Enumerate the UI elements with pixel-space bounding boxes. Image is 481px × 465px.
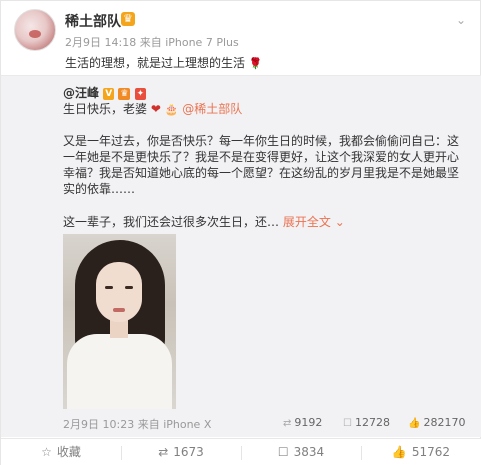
action-toolbar: ☆ 收藏 ⇄ 1673 ☐ 3834 👍 51762 (1, 438, 481, 465)
post-meta: 2月9日 14:18 来自 iPhone 7 Plus (65, 34, 239, 50)
repost-icon: ⇄ (158, 445, 169, 459)
chevron-down-icon: ⌄ (334, 215, 345, 229)
verified-icon: V (103, 88, 115, 100)
repost-comments-count: 12728 (354, 416, 390, 429)
thumbs-up-icon: 👍 (391, 445, 407, 459)
post-username[interactable]: 稀土部队 (65, 11, 121, 31)
repost-likes[interactable]: 👍 282170 (408, 416, 465, 429)
member-icon: ✦ (134, 88, 147, 100)
comment-button[interactable]: ☐ 3834 (241, 439, 361, 465)
expand-full-text-link[interactable]: 展开全文 ⌄ (283, 215, 345, 229)
comment-count: 3834 (293, 445, 325, 459)
like-count: 51762 (411, 445, 451, 459)
repost-reposts-count: 9192 (294, 416, 323, 429)
heart-icon: ❤ (150, 102, 161, 116)
repost-author-name[interactable]: @汪峰 (63, 86, 99, 100)
like-button[interactable]: 👍 51762 (361, 439, 481, 465)
thumbs-up-icon: 👍 (408, 418, 421, 429)
avatar[interactable] (14, 9, 56, 51)
comment-icon: ☐ (343, 418, 352, 429)
mention-link[interactable]: @稀土部队 (182, 102, 242, 116)
repost-line3: 这一辈子，我们还会过很多次生日，还… 展开全文 ⌄ (63, 213, 345, 230)
repost-count: 1673 (173, 445, 204, 459)
repost-author: @汪峰 V ♛ ✦ (63, 84, 147, 101)
repost-likes-count: 282170 (423, 416, 466, 429)
repost-icon: ⇄ (283, 418, 292, 429)
favorite-button[interactable]: ☆ 收藏 (1, 439, 121, 465)
repost-source: 来自 iPhone X (137, 418, 212, 431)
weibo-post: 稀土部队 ♛ ⌄ 2月9日 14:18 来自 iPhone 7 Plus 生活的… (0, 0, 481, 465)
repost-block[interactable]: @汪峰 V ♛ ✦ 生日快乐，老婆 ❤ 🎂 @稀土部队 又是一年过去，你是否快乐… (1, 75, 481, 437)
rose-icon: 🌹 (248, 57, 263, 70)
repost-comments[interactable]: ☐ 12728 (343, 416, 390, 429)
vip-crown-icon: ♛ (121, 12, 135, 26)
repost-line2: 生日快乐，老婆 ❤ 🎂 @稀土部队 (63, 100, 242, 117)
repost-line3-text: 这一辈子，我们还会过很多次生日，还… (63, 215, 280, 229)
comment-icon: ☐ (277, 445, 289, 459)
post-text: 生活的理想，就是过上理想的生活 🌹 (65, 54, 263, 71)
post-text-content: 生活的理想，就是过上理想的生活 (65, 56, 246, 70)
repost-meta: 2月9日 10:23 来自 iPhone X (63, 416, 211, 432)
cake-icon: 🎂 (164, 103, 179, 116)
post-source: 来自 iPhone 7 Plus (139, 36, 239, 49)
repost-photo[interactable] (63, 234, 176, 409)
expand-label: 展开全文 (282, 215, 331, 229)
favorite-label: 收藏 (56, 445, 81, 459)
star-icon: ☆ (41, 445, 52, 459)
post-timestamp[interactable]: 2月9日 14:18 (65, 36, 136, 49)
repost-timestamp[interactable]: 2月9日 10:23 (63, 418, 134, 431)
repost-paragraph: 又是一年过去，你是否快乐？每一年你生日的时候，我都会偷偷问自己：这一年她是不是更… (63, 134, 460, 196)
repost-button[interactable]: ⇄ 1673 (121, 439, 241, 465)
repost-reposts[interactable]: ⇄ 9192 (283, 416, 322, 429)
chevron-down-icon[interactable]: ⌄ (456, 13, 466, 27)
repost-line2-text: 生日快乐，老婆 (63, 102, 148, 116)
vip-crown-icon: ♛ (118, 88, 131, 100)
